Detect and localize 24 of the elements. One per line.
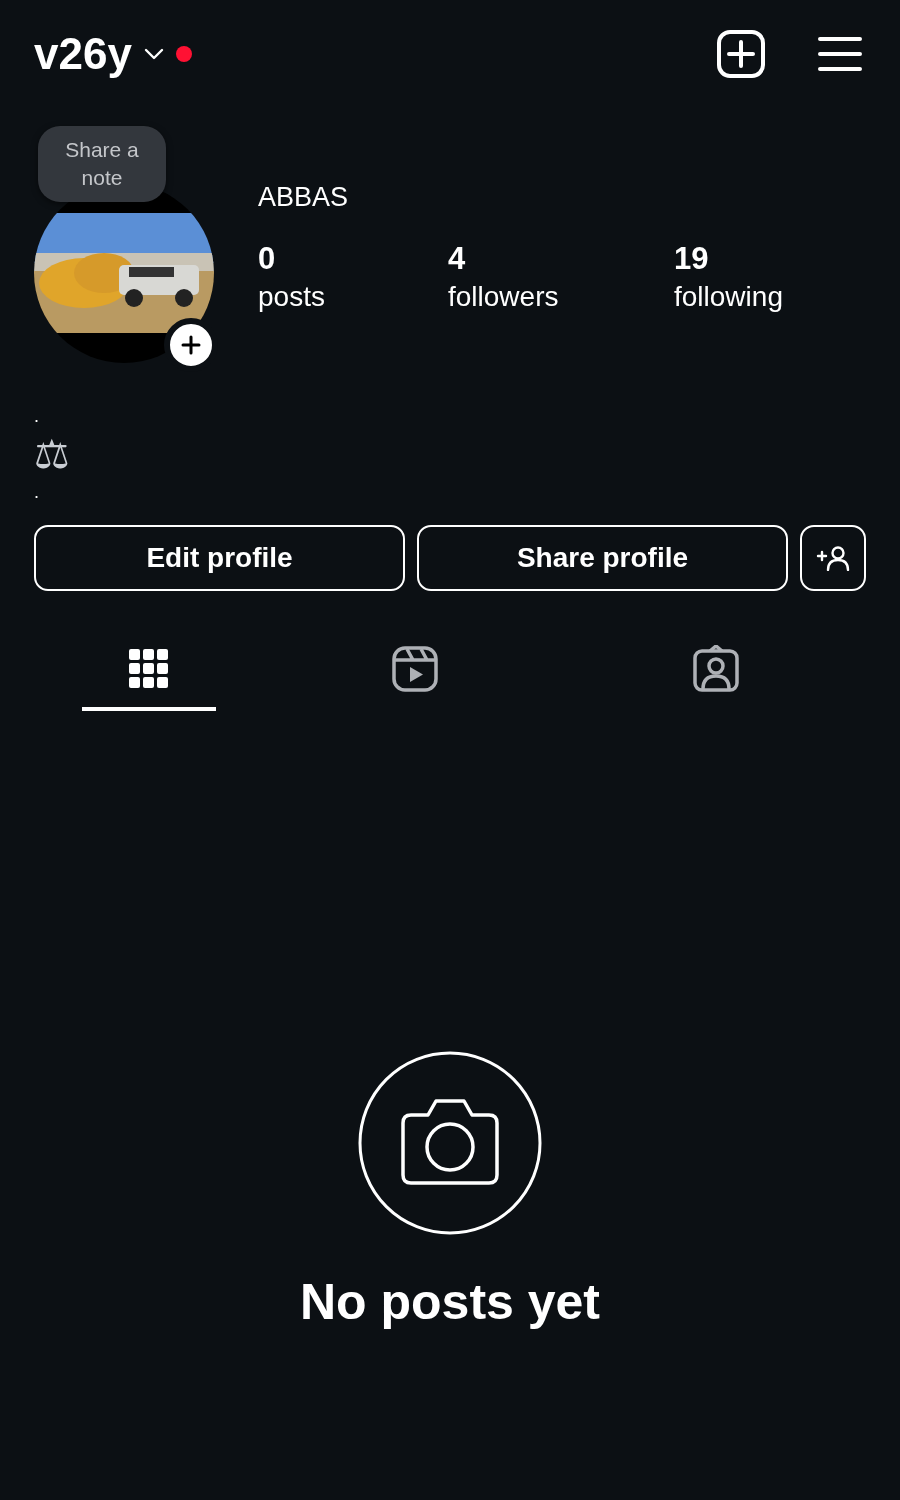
stat-label[interactable]: followers	[448, 281, 559, 313]
stat-count[interactable]: 4	[448, 241, 466, 277]
share-note-tooltip[interactable]: Share a note	[38, 126, 166, 202]
bio-line: .	[34, 407, 39, 425]
profile-name: ABBAS	[258, 182, 350, 213]
grid-icon	[129, 649, 169, 689]
person-tag-icon	[691, 645, 740, 693]
stat-count[interactable]: 19	[674, 241, 709, 277]
create-post-icon[interactable]	[716, 29, 766, 79]
plus-icon	[181, 335, 201, 355]
menu-icon[interactable]	[818, 36, 862, 72]
stat-count[interactable]: 0	[258, 241, 276, 277]
reels-icon	[390, 645, 439, 693]
stat-label[interactable]: posts	[258, 281, 325, 313]
bio-line: .	[34, 483, 39, 501]
stat-label[interactable]: following	[674, 281, 783, 313]
profile-action-button[interactable]: Edit profile	[34, 525, 405, 591]
bio-line: ⚖	[34, 431, 70, 477]
empty-state-text: No posts yet	[299, 1273, 601, 1331]
profile-action-button[interactable]: Share profile	[417, 525, 788, 591]
chevron-down-icon[interactable]	[143, 48, 164, 60]
username[interactable]: v26y	[34, 29, 132, 79]
add-person-button[interactable]	[800, 525, 866, 591]
add-person-icon	[816, 545, 850, 571]
